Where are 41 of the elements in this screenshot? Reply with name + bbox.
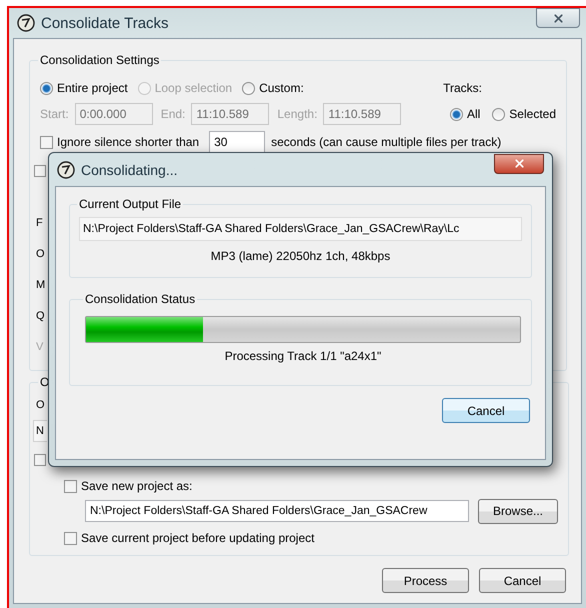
time-label: Start: [40, 107, 69, 121]
status-text: Processing Track 1/1 "a24x1" [224, 348, 382, 363]
time-label: End: [160, 107, 186, 121]
tracks-radio[interactable]: Selected [492, 107, 556, 121]
dialog-title: Consolidating... [81, 162, 179, 178]
covered-label: O [36, 248, 45, 260]
group-title: Consolidation Settings [39, 53, 160, 67]
app-logo-icon [17, 14, 35, 32]
tracks-label: Tracks: [443, 81, 482, 95]
covered-label: O [36, 399, 45, 411]
cancel-button[interactable]: Cancel [442, 398, 530, 423]
close-button[interactable] [536, 8, 580, 28]
covered-label: F [36, 216, 43, 228]
ignore-silence-checkbox[interactable]: Ignore silence shorter than [40, 135, 200, 149]
output-path-field: N:\Project Folders\Staff-GA Shared Folders\Grace_Jan_GSACrew\Ray\Lc [79, 217, 522, 241]
tracks-radio[interactable]: All [450, 107, 480, 121]
dialog-button[interactable]: Process [382, 568, 469, 593]
covered-label: V [36, 340, 44, 352]
checkbox[interactable] [34, 165, 46, 177]
dialog-button[interactable]: Cancel [479, 568, 566, 593]
save-new-checkbox[interactable]: Save new project as: [64, 479, 192, 493]
save-current-checkbox[interactable]: Save current project before updating project [64, 531, 314, 545]
checkbox[interactable] [34, 454, 46, 466]
seconds-field[interactable]: 30 [209, 131, 266, 153]
time-label: Length: [277, 107, 318, 121]
window-title: Consolidate Tracks [41, 14, 170, 32]
group-title: Current Output File [78, 197, 182, 211]
group-title: Consolidation Status [84, 292, 196, 306]
app-logo-icon [57, 160, 75, 178]
close-button[interactable] [494, 154, 544, 174]
close-icon [512, 157, 526, 170]
close-icon [552, 12, 564, 24]
covered-label: M [36, 278, 46, 290]
project-path-field[interactable]: N:\Project Folders\Staff-GA Shared Folders\Grace_Jan_GSACrew [85, 500, 469, 522]
seconds-label: seconds (can cause multiple files per track) [271, 135, 502, 149]
range-radio[interactable]: Custom: [242, 81, 304, 95]
range-radio[interactable]: Entire project [40, 81, 128, 95]
format-text: MP3 (lame) 22050hz 1ch, 48kbps [210, 248, 392, 265]
browse-button[interactable]: Browse... [478, 498, 558, 524]
output-field[interactable]: N [33, 420, 47, 442]
covered-label: Q [36, 310, 45, 322]
